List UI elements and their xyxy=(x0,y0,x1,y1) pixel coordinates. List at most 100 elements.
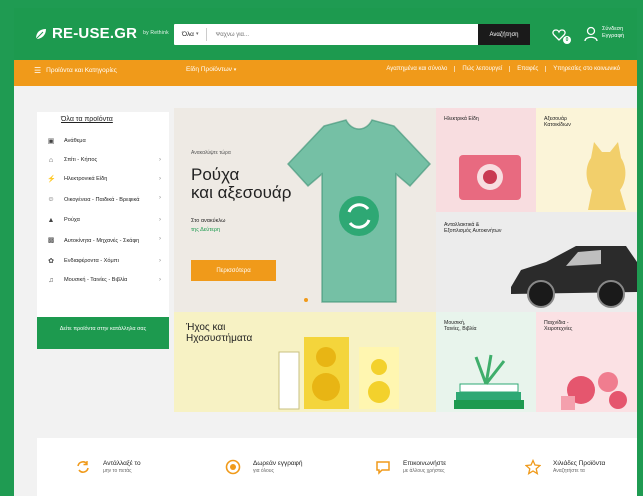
tshirt-icon: ▲ xyxy=(47,216,55,224)
sound-banner-title: Ήχος και Ηχοσυστήματα xyxy=(186,322,252,344)
hero-cta-button[interactable]: Περισσότερα xyxy=(191,260,276,281)
nav-links: Αγαπημένα και σύνολο Πώς λειτουργεί Επαφ… xyxy=(379,66,627,72)
sidebar-footer-button[interactable]: Δείτε προϊόντα στην κατάλληλα σας xyxy=(37,317,169,349)
hero-title-line: και αξεσουάρ xyxy=(191,183,292,202)
category-tile-pets[interactable]: Αξεσουάρ Κατοικίδιων xyxy=(536,108,637,212)
search-category-select[interactable]: Όλα ▾ xyxy=(174,28,208,41)
car-icon: ▩ xyxy=(47,237,55,244)
hero-description-link[interactable]: της Δεύτερη xyxy=(191,227,220,233)
feature-title: Επικοινωνήστε xyxy=(403,459,447,467)
car-illustration xyxy=(511,246,637,308)
feature-title: Αντάλλαξέ το xyxy=(103,459,141,467)
tile-label: Αξεσουάρ Κατοικίδιων xyxy=(544,116,571,129)
music-icon: ♫ xyxy=(48,276,54,284)
hero-banner[interactable]: Ανακαλύψτε τώρα Ρούχα και αξεσουάρ Στο α… xyxy=(174,108,436,312)
logo-subtext: by Rethink xyxy=(143,30,169,36)
register-link[interactable]: Εγγραφή xyxy=(602,33,624,40)
sidebar-item[interactable]: ✿ Ενδιαφέροντα - Χόμπι › xyxy=(37,252,169,271)
nav-bar: ☰ Προϊόντα και Κατηγορίες Είδη Προϊόντων… xyxy=(14,60,637,86)
nav-link[interactable]: Επαφές xyxy=(509,66,545,72)
sidebar-item-label: Αυτοκίνητα - Μηχανές - Σκάφη xyxy=(64,237,140,244)
feature-text: Αντάλλαξέ το μην το πετάς xyxy=(103,460,141,475)
camera-illustration xyxy=(459,155,521,200)
sidebar-item-label: Οικογένεια - Παιδικά - Βρεφικά xyxy=(64,196,140,203)
user-icon[interactable] xyxy=(584,26,598,42)
feature-title: Χιλιάδες Προϊόντα xyxy=(553,459,606,467)
feature-text: Χιλιάδες Προϊόντα Αναζητήστε τα xyxy=(553,460,605,475)
category-tile-electronics[interactable]: Ηλεκτρικά Είδη xyxy=(436,108,536,212)
sidebar-item[interactable]: ⚡ Ηλεκτρονικά Είδη › xyxy=(37,170,169,189)
feature-subtitle: με άλλους χρήστες xyxy=(403,467,445,474)
sidebar-item-label: Ηλεκτρονικά Είδη xyxy=(64,176,108,183)
all-categories-button[interactable]: ☰ Προϊόντα και Κατηγορίες xyxy=(34,66,117,75)
tile-label: Ανταλλακτικά & Εξοπλισμός Αυτοκινήτων xyxy=(444,222,502,235)
star-icon xyxy=(525,459,541,475)
nav-link[interactable]: Αγαπημένα και σύνολο xyxy=(379,66,454,72)
login-link[interactable]: Σύνδεση xyxy=(602,26,624,33)
sidebar-item-label: Ρούχα xyxy=(64,217,80,224)
nav-link[interactable]: Πώς λειτουργεί xyxy=(454,66,509,72)
cat-illustration xyxy=(586,142,626,210)
account-links[interactable]: Σύνδεση Εγγραφή xyxy=(602,26,624,40)
chat-icon xyxy=(376,461,390,475)
search-category-value: Όλα xyxy=(182,31,194,38)
feature-text: Δωρεάν εγγραφή για όλους xyxy=(253,460,303,475)
home-icon: ⌂ xyxy=(48,156,54,164)
tile-label: Μουσική, Ταινίες, Βιβλία xyxy=(444,320,477,333)
chevron-right-icon: › xyxy=(159,217,161,223)
shirt-icon: ▣ xyxy=(47,137,55,145)
sidebar-item[interactable]: ☺ Οικογένεια - Παιδικά - Βρεφικά › xyxy=(37,189,169,211)
sidebar-item[interactable]: ▲ Ρούχα › xyxy=(37,211,169,230)
feature-subtitle: Αναζητήστε τα xyxy=(553,467,585,474)
coin-icon xyxy=(225,459,241,475)
search-input[interactable] xyxy=(207,24,478,45)
feature-subtitle: μην το πετάς xyxy=(103,467,132,474)
feature-text: Επικοινωνήστε με άλλους χρήστες xyxy=(403,460,446,475)
hero-title: Ρούχα και αξεσουάρ xyxy=(191,166,291,202)
sound-banner[interactable]: Ήχος και Ηχοσυστήματα xyxy=(174,312,436,412)
category-sidebar: Όλα τα προϊόντα ▣ Ανάθεμα ⌂ Σπίτι - Κήπο… xyxy=(37,112,169,349)
hero-title-line: Ρούχα xyxy=(191,165,240,184)
hobby-icon: ✿ xyxy=(48,257,54,265)
leaf-icon xyxy=(35,28,46,39)
sidebar-heading[interactable]: Όλα τα προϊόντα xyxy=(37,112,169,132)
carousel-dot[interactable] xyxy=(304,298,308,302)
sound-title-line: Ήχος και xyxy=(186,322,226,333)
sidebar-item[interactable]: ▩ Αυτοκίνητα - Μηχανές - Σκάφη › xyxy=(37,230,169,252)
menu-icon: ☰ xyxy=(34,66,42,75)
wishlist-count-badge: 0 xyxy=(563,36,571,44)
chevron-right-icon: › xyxy=(159,277,161,283)
sidebar-item-label: Ανάθεμα xyxy=(64,138,86,145)
speakers-illustration xyxy=(278,337,399,410)
category-tile-cars[interactable]: Ανταλλακτικά & Εξοπλισμός Αυτοκινήτων xyxy=(436,212,637,312)
sidebar-item[interactable]: ▣ Ανάθεμα xyxy=(37,132,169,151)
feature-item: Δωρεάν εγγραφή για όλους xyxy=(187,438,337,496)
sidebar-item-label: Ενδιαφέροντα - Χόμπι xyxy=(64,258,119,265)
tile-label: Ηλεκτρικά Είδη xyxy=(444,116,479,122)
chevron-down-icon: ▾ xyxy=(195,31,199,37)
category-tile-books[interactable]: Μουσική, Ταινίες, Βιβλία xyxy=(436,312,536,412)
recycle-icon xyxy=(77,461,89,473)
search-bar: Όλα ▾ Αναζήτηση xyxy=(174,24,530,45)
sidebar-item[interactable]: ♫ Μουσική - Ταινίες - Βιβλία › xyxy=(37,271,169,290)
feature-title: Δωρεάν εγγραφή xyxy=(253,459,303,467)
tile-label: Παιχνίδια - Χειροτεχνίες xyxy=(544,320,573,333)
sidebar-item-label: Μουσική - Ταινίες - Βιβλία xyxy=(64,277,128,284)
toys-illustration xyxy=(561,372,627,410)
logo-text: RE-USE.GR xyxy=(52,25,138,42)
category-tile-toys[interactable]: Παιχνίδια - Χειροτεχνίες xyxy=(536,312,637,412)
chevron-right-icon: › xyxy=(159,236,161,242)
page-frame: RE-USE.GR by Rethink Όλα ▾ Αναζήτηση 0 Σ… xyxy=(14,8,637,496)
all-categories-label: Προϊόντα και Κατηγορίες xyxy=(46,67,117,74)
search-button[interactable]: Αναζήτηση xyxy=(478,24,530,45)
feature-item: Αντάλλαξέ το μην το πετάς xyxy=(37,438,187,496)
plug-icon: ⚡ xyxy=(47,175,56,183)
site-logo[interactable]: RE-USE.GR by Rethink xyxy=(34,25,169,42)
nav-link[interactable]: Υπηρεσίες στο κοινωνικό xyxy=(545,66,627,72)
chevron-down-icon: ▾ xyxy=(233,67,237,73)
categories-dropdown[interactable]: Είδη Προϊόντων ▾ xyxy=(186,66,236,73)
sound-title-line: Ηχοσυστήματα xyxy=(186,333,253,344)
sidebar-item[interactable]: ⌂ Σπίτι - Κήπος › xyxy=(37,151,169,170)
books-illustration xyxy=(454,354,524,409)
top-header: RE-USE.GR by Rethink Όλα ▾ Αναζήτηση 0 Σ… xyxy=(14,8,637,60)
